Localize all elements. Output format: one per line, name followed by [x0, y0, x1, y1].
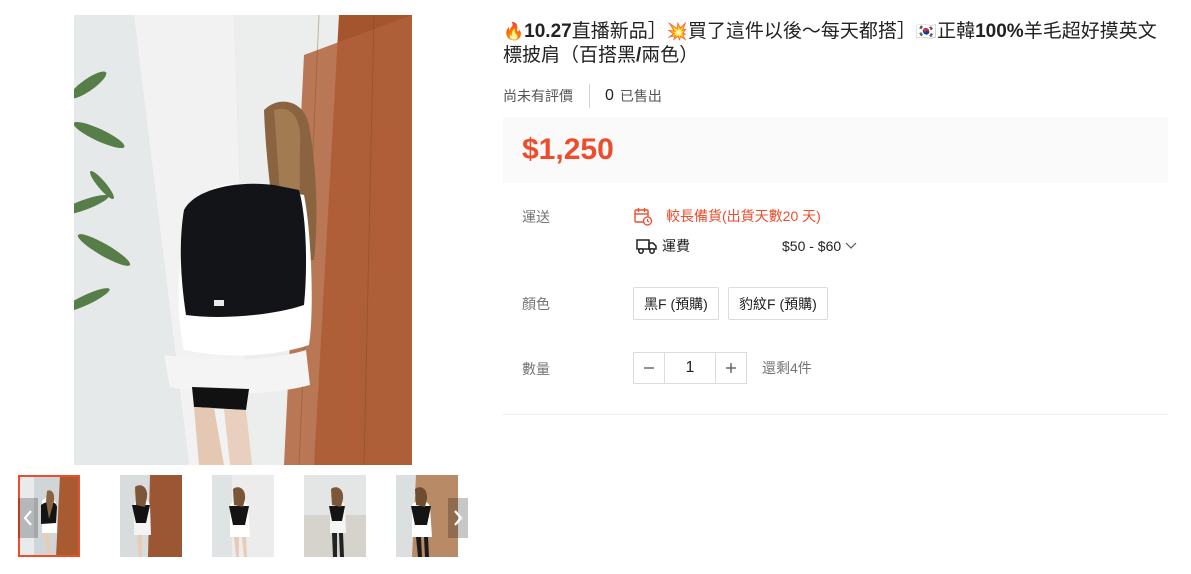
color-option-leopard[interactable]: 豹紋F (預購) [728, 287, 828, 320]
divider [589, 84, 590, 108]
quantity-label: 數量 [522, 361, 550, 377]
rating-text[interactable]: 尚未有評價 [503, 86, 573, 106]
shipping-label: 運送 [522, 209, 550, 225]
increase-quantity-button[interactable] [715, 352, 747, 384]
color-option-black[interactable]: 黑F (預購) [633, 287, 719, 320]
thumbnail-next-button[interactable] [448, 498, 468, 538]
korea-flag-icon: 🇰🇷 [915, 22, 938, 42]
quantity-input[interactable] [665, 352, 715, 384]
price-box: $1,250 [503, 117, 1168, 183]
quantity-stepper: 還剩4件 [633, 352, 812, 384]
thumbnail-strip [18, 475, 468, 557]
divider [503, 414, 1168, 415]
preorder-warning-text: 較長備貨(出貨天數20 天) [666, 208, 821, 224]
product-title: 🔥10.27直播新品］💥買了這件以後～每天都搭］🇰🇷正韓100%羊毛超好摸英文標… [503, 21, 1157, 66]
chevron-down-icon [845, 242, 857, 249]
minus-icon [644, 367, 654, 369]
sold-label: 已售出 [619, 88, 662, 104]
stock-remaining: 還剩4件 [762, 360, 812, 376]
chevron-left-icon [23, 510, 32, 526]
truck-icon [636, 239, 657, 254]
shipping-fee-dropdown[interactable]: $50 - $60 [782, 238, 857, 254]
color-label: 顏色 [522, 296, 550, 312]
thumbnail-prev-button[interactable] [18, 498, 38, 538]
fire-icon: 🔥 [503, 22, 525, 42]
rating-sold-row: 尚未有評價 0 已售出 [503, 84, 662, 108]
shipping-fee-range: $50 - $60 [782, 238, 842, 254]
shipping-fee-row: 運費 $50 - $60 [636, 236, 857, 256]
shipping-fee-label: 運費 [662, 238, 690, 254]
chevron-right-icon [454, 510, 463, 526]
product-price: $1,250 [522, 133, 614, 166]
thumbnail-2[interactable] [120, 475, 182, 557]
main-product-image[interactable] [74, 15, 412, 465]
preorder-warning: 較長備貨(出貨天數20 天) [633, 206, 821, 226]
decrease-quantity-button[interactable] [633, 352, 665, 384]
plus-icon [726, 363, 736, 373]
product-gallery [0, 0, 486, 574]
thumbnail-3[interactable] [212, 475, 274, 557]
sold-count: 0 [605, 87, 614, 104]
calendar-clock-icon [634, 208, 653, 226]
thumbnail-4[interactable] [304, 475, 366, 557]
collision-icon: 💥 [666, 22, 688, 42]
